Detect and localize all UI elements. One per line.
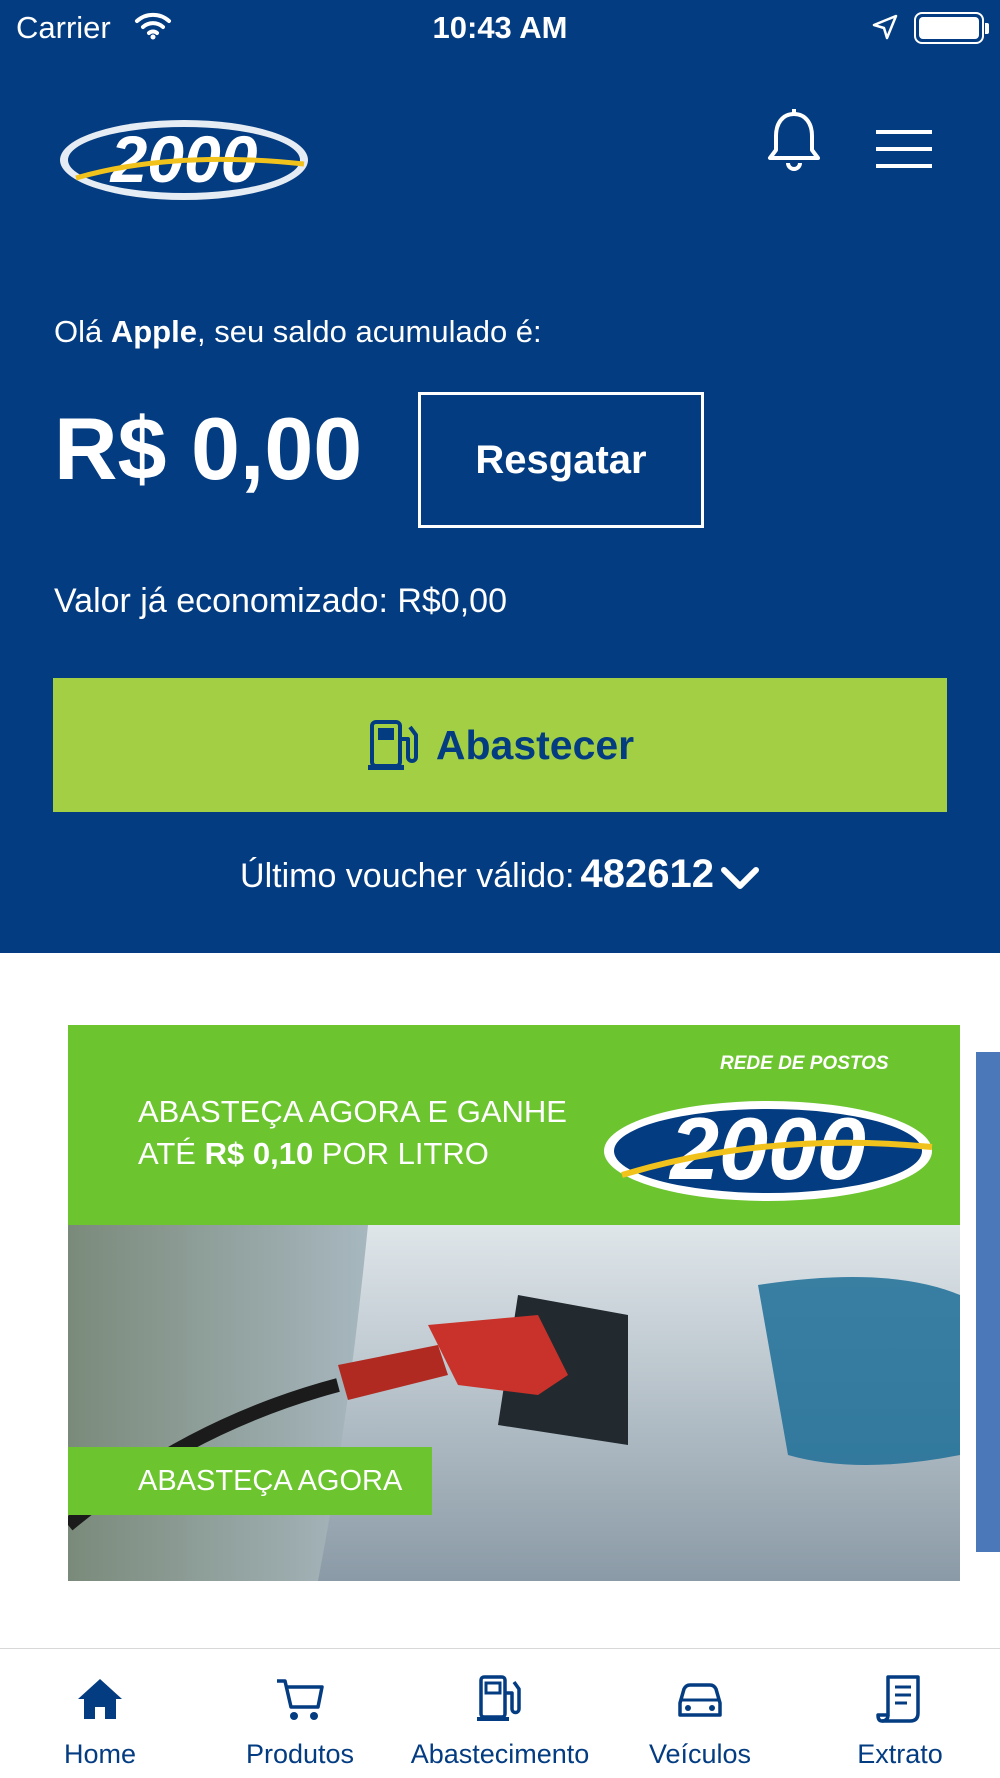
tab-abastecimento[interactable]: Abastecimento: [400, 1649, 600, 1778]
home-icon: [78, 1679, 122, 1719]
tab-bar: Home Produtos Abastecimento Veículos Ext…: [0, 1648, 1000, 1778]
tab-veiculos[interactable]: Veículos: [600, 1649, 800, 1778]
banner-line-1: ABASTEÇA AGORA E GANHE: [138, 1094, 567, 1129]
next-banner-peek[interactable]: [976, 1052, 1000, 1552]
status-bar: Carrier 10:43 AM: [0, 0, 1000, 56]
tab-label: Produtos: [245, 1739, 355, 1769]
balance-amount: R$ 0,00: [54, 399, 363, 498]
tab-extrato[interactable]: Extrato: [800, 1649, 1000, 1778]
promo-banner[interactable]: ABASTEÇA AGORA E GANHE ATÉ R$ 0,10 POR L…: [68, 1025, 960, 1581]
brand-logo[interactable]: 2000: [54, 108, 314, 208]
fuel-nozzle-photo: [68, 1225, 960, 1581]
redeem-button[interactable]: Resgatar: [418, 392, 704, 528]
banner-logo: 2000: [604, 1099, 933, 1201]
banner-line-2: ATÉ R$ 0,10 POR LITRO: [138, 1133, 567, 1175]
battery-icon: [914, 12, 989, 44]
tab-produtos[interactable]: Produtos: [200, 1649, 400, 1778]
greeting-prefix: Olá: [54, 314, 111, 349]
fuel-pump-icon: [367, 720, 418, 770]
hamburger-menu-icon[interactable]: [874, 128, 934, 170]
tab-label: Veículos: [648, 1739, 752, 1769]
clock: 10:43 AM: [432, 10, 568, 45]
location-arrow-icon: [872, 14, 898, 40]
cart-icon: [277, 1679, 324, 1720]
banner-cta[interactable]: ABASTEÇA AGORA: [68, 1447, 432, 1515]
voucher-label: Último voucher válido:: [240, 857, 575, 895]
tab-label: Abastecimento: [410, 1739, 590, 1769]
banner-header: ABASTEÇA AGORA E GANHE ATÉ R$ 0,10 POR L…: [68, 1025, 960, 1225]
banner-line-2-amount: R$ 0,10: [204, 1136, 314, 1171]
bell-icon[interactable]: [764, 108, 824, 174]
refuel-button-label: Abastecer: [435, 721, 635, 768]
banner-line-2-prefix: ATÉ: [138, 1136, 205, 1171]
chevron-down-icon[interactable]: [720, 865, 760, 891]
voucher-code: 482612: [580, 852, 714, 896]
user-name: Apple: [110, 314, 197, 349]
last-voucher[interactable]: Último voucher válido: 482612: [0, 852, 1000, 897]
fuel-pump-icon: [477, 1675, 521, 1721]
tab-label: Home: [63, 1739, 137, 1769]
banner-headline: ABASTEÇA AGORA E GANHE ATÉ R$ 0,10 POR L…: [138, 1091, 567, 1175]
saved-amount-text: Valor já economizado: R$0,00: [54, 582, 507, 620]
tab-home[interactable]: Home: [0, 1649, 200, 1778]
car-icon: [678, 1683, 722, 1717]
receipt-icon: [876, 1675, 920, 1723]
greeting-text: Olá Apple, seu saldo acumulado é:: [54, 314, 542, 350]
account-header: Carrier 10:43 AM 2000 Olá Apple, seu sal…: [0, 0, 1000, 953]
refuel-button[interactable]: Abastecer: [53, 678, 947, 812]
banner-line-2-suffix: POR LITRO: [313, 1136, 489, 1171]
tab-label: Extrato: [857, 1739, 943, 1769]
greeting-suffix: , seu saldo acumulado é:: [196, 314, 542, 349]
